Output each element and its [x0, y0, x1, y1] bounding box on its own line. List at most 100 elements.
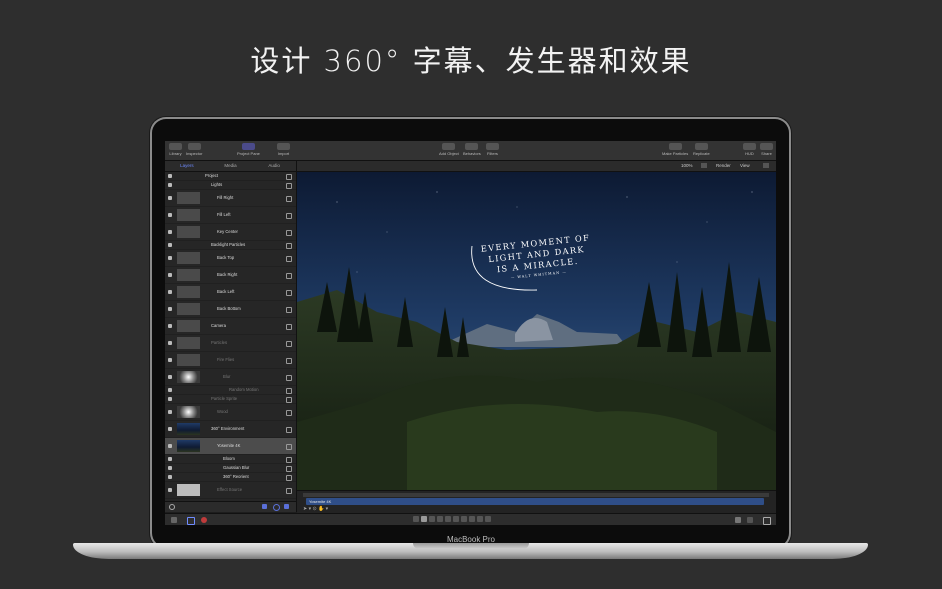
loop-icon[interactable] — [187, 517, 195, 525]
lock-icon[interactable] — [286, 196, 292, 202]
lock-icon[interactable] — [286, 290, 292, 296]
layer-row[interactable]: Camera — [165, 318, 296, 335]
visibility-checkbox[interactable] — [168, 457, 172, 461]
layer-row[interactable]: Key Center — [165, 224, 296, 241]
visibility-checkbox[interactable] — [168, 341, 172, 345]
lock-icon[interactable] — [286, 256, 292, 262]
lock-icon[interactable] — [286, 444, 292, 450]
timeline-ruler[interactable] — [303, 493, 769, 497]
visibility-checkbox[interactable] — [168, 174, 172, 178]
visibility-checkbox[interactable] — [168, 397, 172, 401]
render-menu[interactable]: Render — [716, 163, 731, 168]
layer-row[interactable]: Bloom — [165, 455, 296, 464]
visibility-checkbox[interactable] — [168, 488, 172, 492]
lock-icon[interactable] — [286, 341, 292, 347]
lock-icon[interactable] — [286, 466, 292, 472]
tab-media[interactable]: Media — [209, 161, 253, 171]
visibility-checkbox[interactable] — [168, 290, 172, 294]
project-pane-button[interactable]: Project Pane — [237, 143, 260, 158]
layer-row[interactable]: Fill Left — [165, 207, 296, 224]
visibility-checkbox[interactable] — [168, 388, 172, 392]
layer-row[interactable]: Fire Flies — [165, 352, 296, 369]
layer-row[interactable]: Wood — [165, 404, 296, 421]
library-button[interactable]: Library — [169, 143, 182, 158]
visibility-checkbox[interactable] — [168, 410, 172, 414]
channels-icon[interactable] — [701, 163, 707, 168]
record-icon[interactable] — [171, 517, 177, 523]
visibility-checkbox[interactable] — [168, 444, 172, 448]
import-button[interactable]: Import — [277, 143, 290, 158]
view-menu[interactable]: View — [740, 163, 750, 168]
lock-icon[interactable] — [286, 307, 292, 313]
visibility-checkbox[interactable] — [168, 183, 172, 187]
lock-icon[interactable] — [286, 183, 292, 189]
settings-icon[interactable] — [262, 504, 267, 509]
timeline-clip[interactable]: Yosemite 4K — [306, 498, 764, 505]
visibility-checkbox[interactable] — [168, 358, 172, 362]
lock-icon[interactable] — [286, 427, 292, 433]
visibility-checkbox[interactable] — [168, 307, 172, 311]
tab-audio[interactable]: Audio — [252, 161, 296, 171]
layer-row[interactable]: Blur — [165, 369, 296, 386]
filters-button[interactable]: Filters — [486, 143, 499, 158]
layer-row[interactable]: Lights — [165, 181, 296, 190]
share-button[interactable]: Share — [760, 143, 773, 158]
visibility-checkbox[interactable] — [168, 375, 172, 379]
lock-icon[interactable] — [286, 273, 292, 279]
timeline-view-icon[interactable] — [735, 517, 741, 523]
lock-icon[interactable] — [286, 397, 292, 403]
lock-icon[interactable] — [286, 410, 292, 416]
canvas-viewer[interactable]: EVERY MOMENT OF LIGHT AND DARK IS A MIRA… — [297, 172, 776, 490]
layer-row[interactable]: Gaussian Blur — [165, 464, 296, 473]
visibility-checkbox[interactable] — [168, 466, 172, 470]
behaviors-button[interactable]: Behaviors — [463, 143, 481, 158]
lock-icon[interactable] — [286, 243, 292, 249]
layer-row[interactable]: Back Left — [165, 284, 296, 301]
visibility-checkbox[interactable] — [168, 213, 172, 217]
lock-icon[interactable] — [286, 230, 292, 236]
record-button-icon[interactable] — [201, 517, 207, 523]
layout-icon[interactable] — [763, 163, 769, 168]
visibility-checkbox[interactable] — [168, 243, 172, 247]
replicate-button[interactable]: Replicate — [693, 143, 710, 158]
layer-row[interactable]: 360° Environment — [165, 421, 296, 438]
visibility-checkbox[interactable] — [168, 475, 172, 479]
lock-icon[interactable] — [286, 388, 292, 394]
layer-row[interactable]: 360° Reorient — [165, 473, 296, 482]
layer-row[interactable]: Fill Right — [165, 190, 296, 207]
search-icon[interactable] — [169, 504, 175, 510]
add-object-button[interactable]: Add Object — [439, 143, 459, 158]
visibility-checkbox[interactable] — [168, 427, 172, 431]
lock-icon[interactable] — [286, 375, 292, 381]
lock-icon[interactable] — [286, 457, 292, 463]
visibility-checkbox[interactable] — [168, 324, 172, 328]
layer-row[interactable]: Back Right — [165, 267, 296, 284]
lock-icon[interactable] — [286, 358, 292, 364]
play-icon[interactable] — [421, 516, 427, 522]
layer-row[interactable]: Particle Sprite — [165, 395, 296, 404]
tab-layers[interactable]: Layers — [165, 161, 209, 171]
mask-icon[interactable] — [273, 504, 280, 511]
lock-icon[interactable] — [286, 213, 292, 219]
visibility-checkbox[interactable] — [168, 196, 172, 200]
layer-row[interactable]: Effect Source — [165, 482, 296, 499]
lock-icon[interactable] — [286, 174, 292, 180]
inspector-button[interactable]: Inspector — [186, 143, 202, 158]
hud-button[interactable]: HUD — [743, 143, 756, 158]
audio-icon[interactable] — [747, 517, 753, 523]
group-icon[interactable] — [284, 504, 289, 509]
lock-icon[interactable] — [286, 475, 292, 481]
lock-icon[interactable] — [286, 488, 292, 494]
lock-icon[interactable] — [286, 324, 292, 330]
layer-row[interactable]: Yosemite 4K — [165, 438, 296, 455]
fullscreen-icon[interactable] — [763, 517, 771, 525]
zoom-level[interactable]: 100% — [681, 163, 693, 168]
layer-row[interactable]: Project — [165, 172, 296, 181]
layer-row[interactable]: Back Bottom — [165, 301, 296, 318]
visibility-checkbox[interactable] — [168, 273, 172, 277]
layer-row[interactable]: Particles — [165, 335, 296, 352]
layer-row[interactable]: Backlight Particles — [165, 241, 296, 250]
select-tool-icon[interactable]: ➤ ▾ ⊙ ✋ ▾ — [303, 506, 328, 512]
layer-row[interactable]: Back Top — [165, 250, 296, 267]
visibility-checkbox[interactable] — [168, 230, 172, 234]
